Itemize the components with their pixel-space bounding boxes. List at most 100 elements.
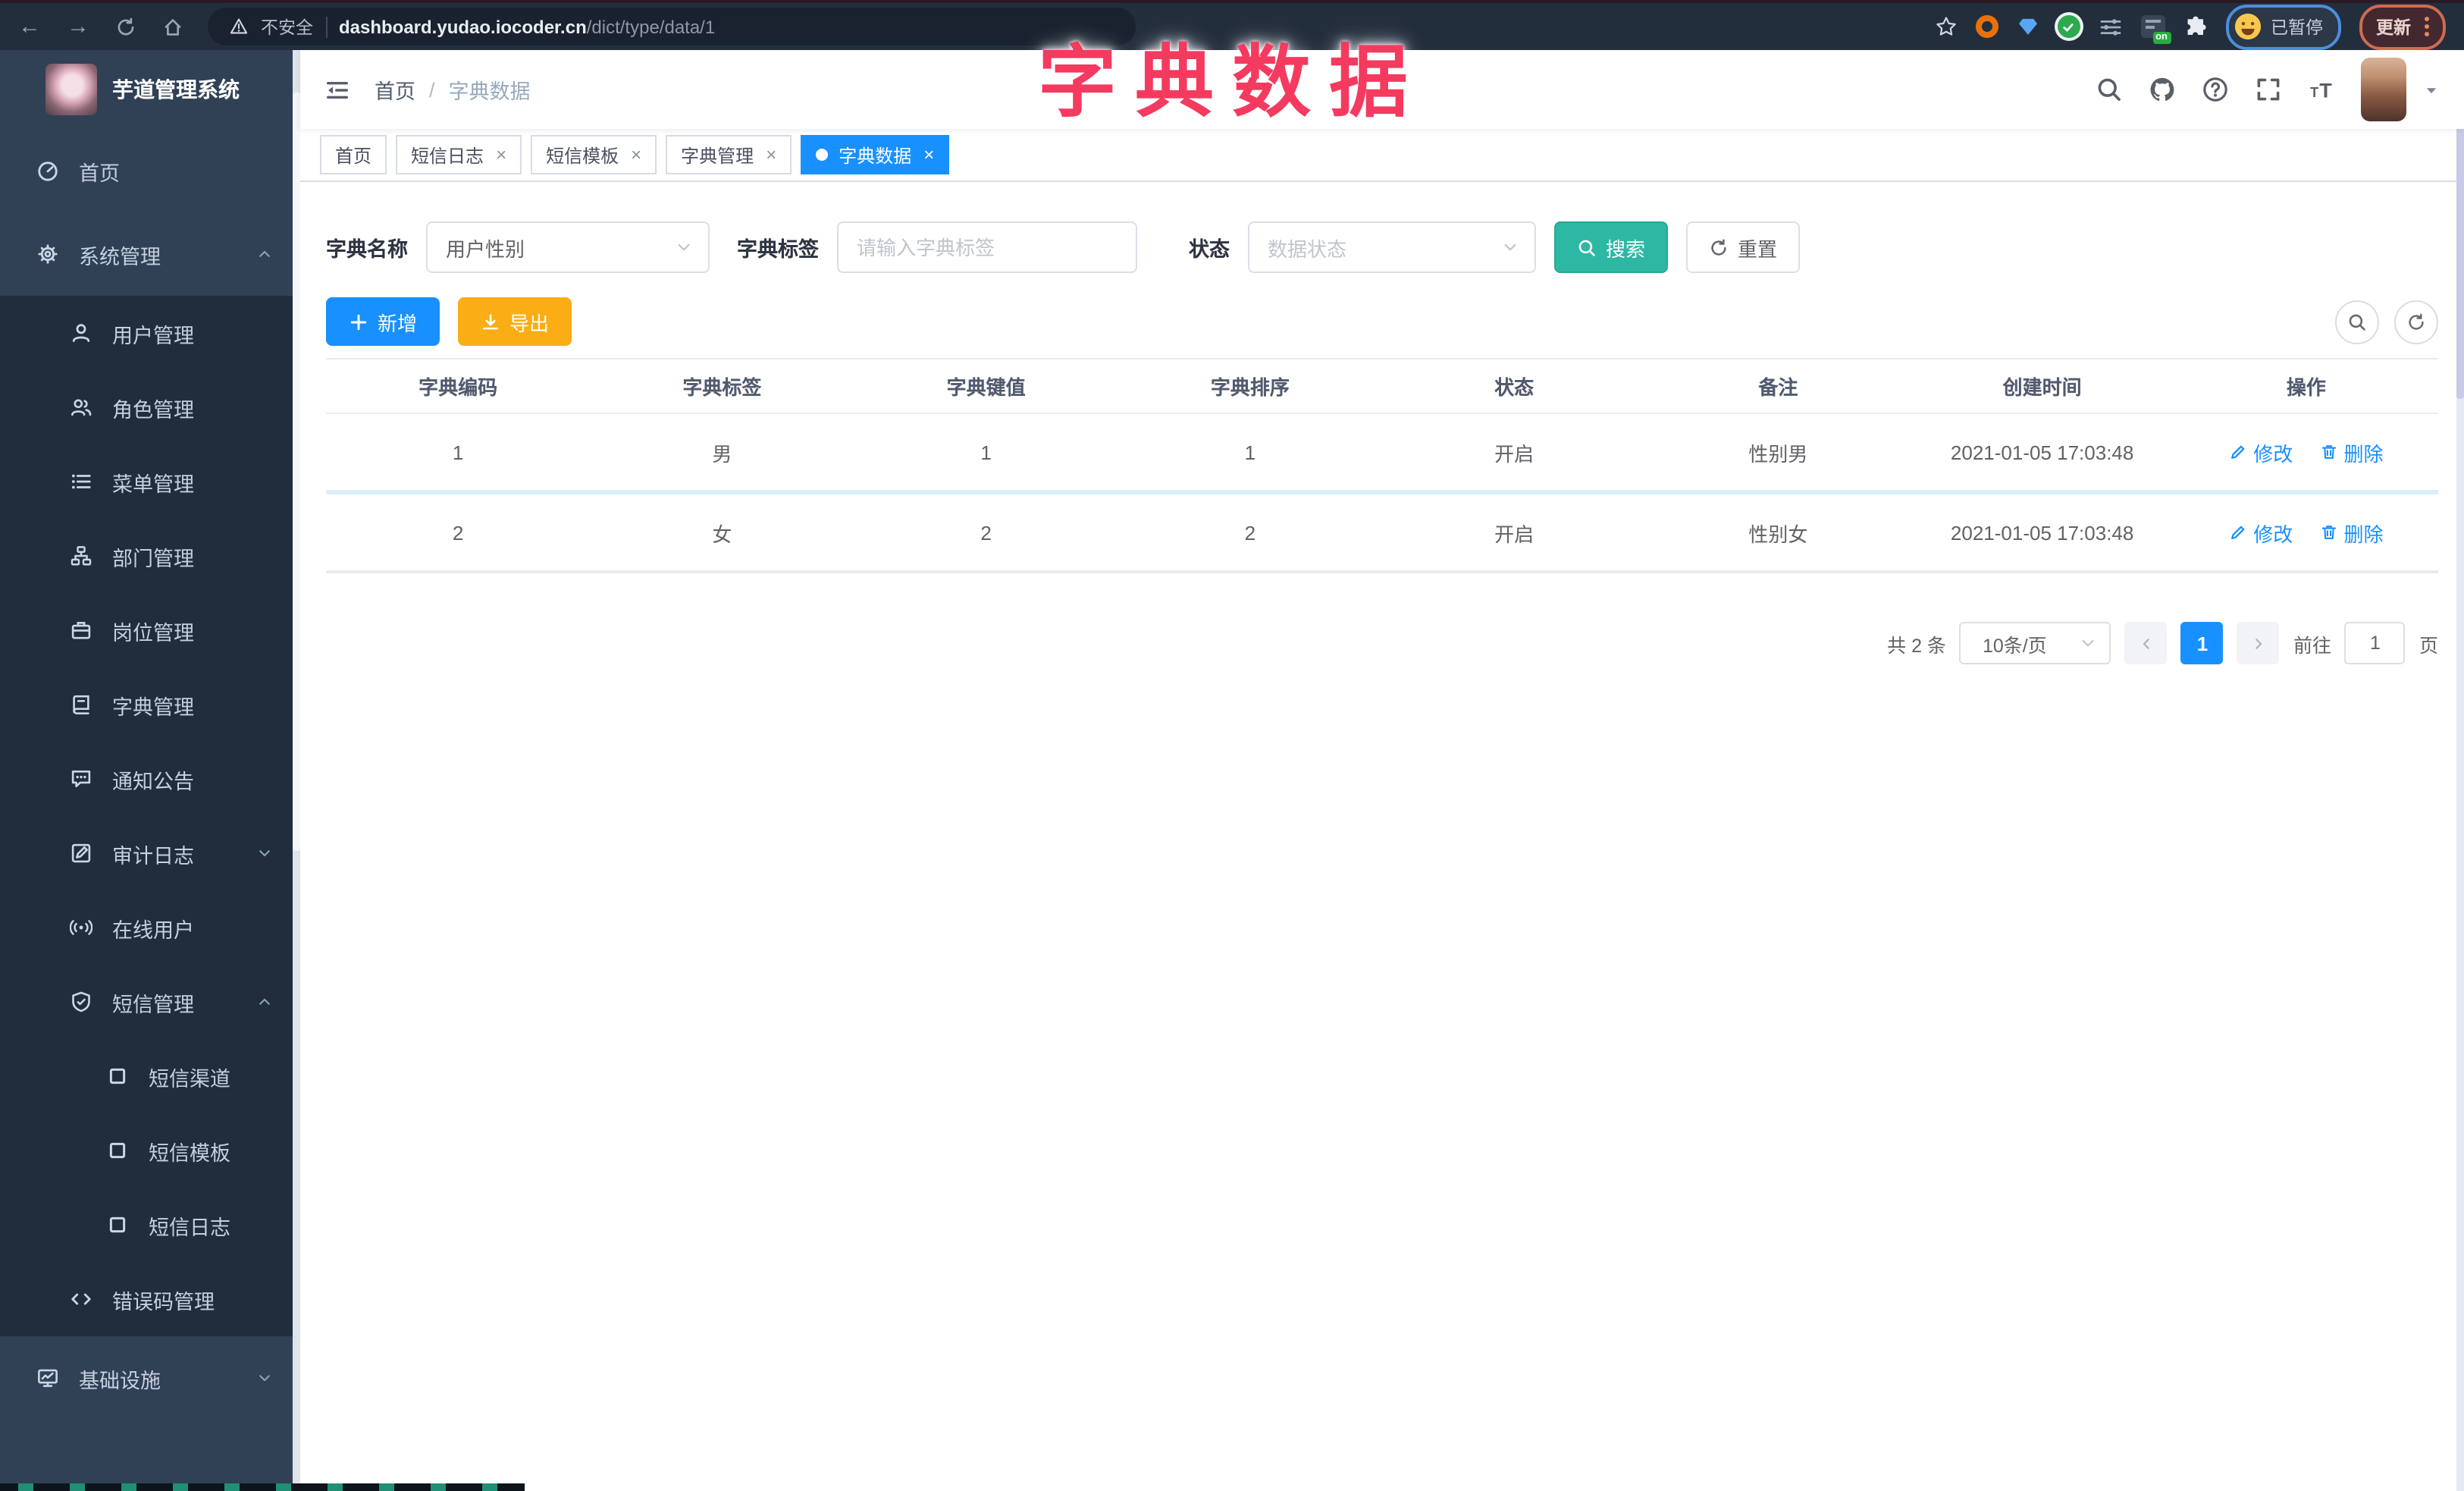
status-label: 状态 [1189,238,1230,261]
close-icon[interactable]: × [766,146,776,164]
page-size-select[interactable]: 10条/页 [1959,622,2111,664]
shield-check-icon [70,990,92,1013]
chevron-down-icon [675,238,693,256]
col-dict-code: 字典编码 [419,376,498,399]
tabs-bar: 首页 短信日志 × 短信模板 × 字典管理 × 字典数据 × [300,129,2464,182]
prev-page-button[interactable] [2124,622,2168,664]
reset-button[interactable]: 重置 [1686,221,1801,273]
sidebar-item-sms-log[interactable]: 短信日志 [0,1188,300,1262]
export-button[interactable]: 导出 [458,297,572,346]
extension-gem-icon[interactable] [2016,15,2039,38]
help-icon[interactable] [2202,76,2229,103]
close-icon[interactable]: × [631,146,641,164]
sidebar-item-error-code[interactable]: 错误码管理 [0,1262,300,1336]
extension-on-badge-icon[interactable]: on [2140,15,2171,44]
toggle-search-button[interactable] [2335,300,2379,344]
edit-link[interactable]: 修改 [2229,438,2293,466]
navbar-right-icons [2096,58,2440,121]
list-icon [70,470,92,493]
sidebar: 芋道管理系统 首页 系统管理 用户管理 角色管理 菜单管理 部门管理 岗位管理 … [0,50,300,1491]
browser-back-button[interactable]: ← [18,15,41,38]
search-icon [2347,312,2367,331]
col-dict-label: 字典标签 [682,376,762,399]
search-icon [1577,237,1597,257]
fullscreen-icon[interactable] [2255,76,2282,103]
gauge-icon [36,159,59,182]
sidebar-logo-row[interactable]: 芋道管理系统 [0,50,300,129]
close-icon[interactable]: × [923,146,934,164]
sidebar-item-infrastructure[interactable]: 基础设施 [0,1336,300,1420]
dict-name-select[interactable]: 用户性别 [426,221,710,273]
chevron-up-icon [256,993,273,1010]
sidebar-item-audit-log[interactable]: 审计日志 [0,816,300,890]
screen-artifact-strip [0,1483,525,1491]
sidebar-item-post-management[interactable]: 岗位管理 [0,593,300,667]
search-button[interactable]: 搜索 [1554,221,1669,273]
sidebar-item-user-management[interactable]: 用户管理 [0,296,300,370]
status-select[interactable]: 数据状态 [1248,221,1536,273]
sidebar-item-sms-template[interactable]: 短信模板 [0,1113,300,1188]
sidebar-item-menu-management[interactable]: 菜单管理 [0,444,300,519]
extension-orange-ring-icon[interactable] [1975,15,1998,38]
goto-suffix-label: 页 [2419,635,2438,656]
goto-page-input[interactable] [2344,622,2406,664]
sidebar-item-sms-channel[interactable]: 短信渠道 [0,1039,300,1113]
online-signal-icon [70,916,92,939]
on-badge: on [2152,31,2171,44]
caret-down-icon[interactable] [2423,81,2440,98]
breadcrumb-home[interactable]: 首页 [375,74,415,105]
delete-link[interactable]: 删除 [2320,438,2384,466]
page-content: 字典名称 用户性别 字典标签 状态 数据状态 搜索 重置 [300,182,2464,664]
browser-update-button[interactable]: 更新 [2359,4,2446,49]
tab-sms-log[interactable]: 短信日志 × [396,135,522,174]
sidebar-collapse-icon[interactable] [324,77,350,102]
browser-menu-dots-icon[interactable] [2425,17,2429,36]
bookmark-star-icon[interactable] [1934,15,1957,38]
refresh-table-button[interactable] [2394,300,2438,344]
url-domain: dashboard.yudao.iocoder.cn [339,16,587,37]
user-avatar[interactable] [2361,58,2406,121]
browser-reload-button[interactable] [115,16,136,37]
add-button[interactable]: 新增 [326,297,440,346]
speech-bubble-icon [70,767,92,790]
extension-green-check-icon[interactable] [2057,15,2080,38]
url-text: dashboard.yudao.iocoder.cn/dict/type/dat… [339,16,715,37]
extension-sliders-icon[interactable] [2098,14,2122,39]
plus-icon [349,312,368,331]
sidebar-scrollbar[interactable] [293,50,300,1491]
extensions-puzzle-icon[interactable] [2183,14,2207,39]
square-icon [106,1213,129,1236]
sidebar-item-sms-management[interactable]: 短信管理 [0,965,300,1039]
sidebar-item-online-users[interactable]: 在线用户 [0,890,300,965]
browser-home-button[interactable] [162,16,183,37]
sidebar-item-system-management[interactable]: 系统管理 [0,212,300,296]
next-page-button[interactable] [2237,622,2280,664]
col-dict-sort: 字典排序 [1210,376,1290,399]
page-scrollbar[interactable] [2456,50,2464,1491]
browser-profile-button[interactable]: 已暂停 [2225,4,2341,49]
browser-forward-button[interactable]: → [67,15,89,38]
tab-home[interactable]: 首页 [320,135,387,174]
search-icon[interactable] [2096,76,2123,103]
sidebar-item-notice[interactable]: 通知公告 [0,742,300,816]
sidebar-item-role-management[interactable]: 角色管理 [0,370,300,444]
sidebar-item-dept-management[interactable]: 部门管理 [0,519,300,593]
close-icon[interactable]: × [496,146,506,164]
page-number-1[interactable]: 1 [2180,622,2224,664]
browser-toolbar-right: on 已暂停 更新 [1934,4,2446,49]
tab-dict-data[interactable]: 字典数据 × [801,135,950,174]
browser-address-bar[interactable]: 不安全 dashboard.yudao.iocoder.cn/dict/type… [208,8,1136,46]
edit-pencil-icon [2229,523,2247,541]
tab-dict-management[interactable]: 字典管理 × [666,135,792,174]
chevron-down-icon [1501,238,1519,256]
font-size-icon[interactable] [2308,76,2335,103]
delete-link[interactable]: 删除 [2320,518,2384,547]
pagination: 共 2 条 10条/页 1 前往 页 [326,622,2438,664]
github-icon[interactable] [2149,76,2176,103]
total-count-label: 共 2 条 [1887,635,1946,656]
dict-label-input[interactable] [837,221,1137,273]
edit-link[interactable]: 修改 [2229,518,2293,547]
sidebar-item-dict-management[interactable]: 字典管理 [0,667,300,742]
tab-sms-template[interactable]: 短信模板 × [531,135,657,174]
sidebar-item-home[interactable]: 首页 [0,129,300,212]
